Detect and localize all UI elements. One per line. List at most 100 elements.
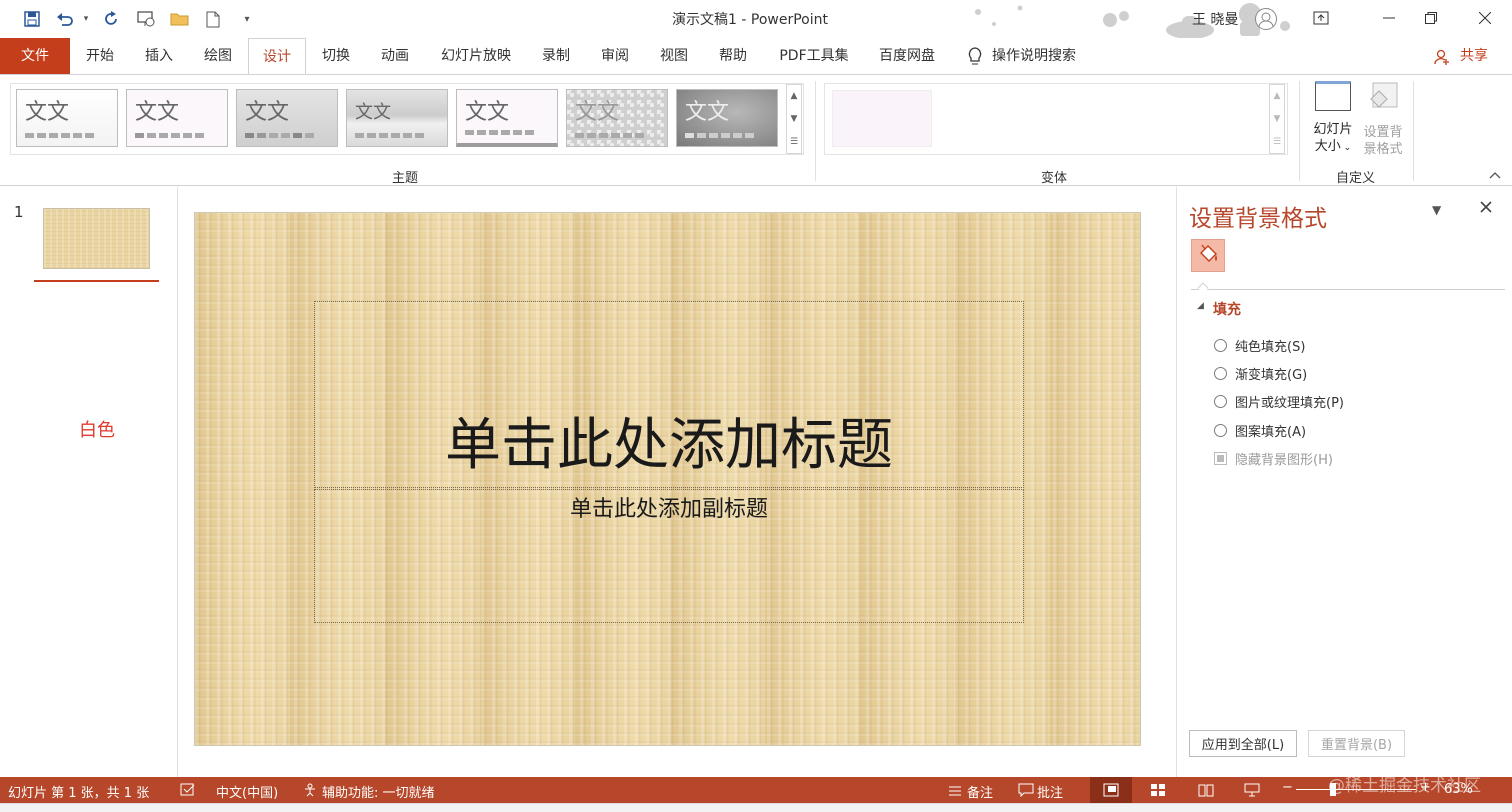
reset-background-button[interactable]: 重置背景(B): [1308, 730, 1405, 757]
panel-options-icon[interactable]: ▼: [1432, 203, 1441, 217]
new-file-icon[interactable]: [202, 8, 224, 30]
tab-slideshow[interactable]: 幻灯片放映: [432, 38, 520, 74]
save-icon[interactable]: [20, 8, 44, 30]
radio-solid[interactable]: [1214, 339, 1227, 352]
fill-category-button[interactable]: [1191, 239, 1225, 272]
format-background-button[interactable]: 设置背 景格式: [1360, 81, 1406, 161]
tab-view[interactable]: 视图: [652, 38, 696, 74]
customize-group-label: 自定义: [1336, 171, 1376, 186]
radio-picture-texture[interactable]: [1214, 395, 1227, 408]
paint-bucket-icon: [1200, 244, 1217, 262]
slide-canvas[interactable]: 单击此处添加标题 单击此处添加副标题: [194, 212, 1141, 746]
apply-to-all-button[interactable]: 应用到全部(L): [1189, 730, 1297, 757]
slide-counter: 幻灯片 第 1 张，共 1 张: [8, 786, 150, 801]
tab-design[interactable]: 设计: [248, 38, 306, 75]
close-window-icon[interactable]: [1462, 4, 1508, 32]
gallery-more-icon[interactable]: ☰: [790, 137, 798, 147]
radio-pattern[interactable]: [1214, 424, 1227, 437]
variant-1[interactable]: [832, 90, 932, 147]
tab-transitions[interactable]: 切换: [314, 38, 358, 74]
group-divider: [1413, 81, 1414, 181]
slide-thumbnail[interactable]: [43, 208, 150, 269]
undo-dropdown-icon[interactable]: ▾: [80, 8, 92, 30]
normal-view-icon: [1103, 783, 1119, 797]
tab-help[interactable]: 帮助: [711, 38, 755, 74]
tab-insert[interactable]: 插入: [137, 38, 181, 74]
comments-button[interactable]: 批注: [1037, 782, 1063, 801]
hide-bg-graphics-option[interactable]: 隐藏背景图形(H): [1214, 449, 1333, 468]
share-person-icon[interactable]: [1434, 49, 1450, 69]
tab-baidu-netdisk[interactable]: 百度网盘: [870, 38, 944, 74]
notes-button[interactable]: 备注: [967, 782, 993, 801]
group-divider: [815, 81, 816, 181]
ribbon-display-options-icon[interactable]: [1298, 4, 1344, 32]
theme-5[interactable]: 文文: [456, 89, 558, 147]
solid-fill-option[interactable]: 纯色填充(S): [1214, 336, 1305, 355]
picture-texture-fill-option[interactable]: 图片或纹理填充(P): [1214, 392, 1344, 411]
slide-sorter-icon[interactable]: [1150, 783, 1166, 801]
theme-7[interactable]: 文文: [676, 89, 778, 147]
scroll-down-icon[interactable]: ▼: [791, 114, 798, 124]
tab-record[interactable]: 录制: [534, 38, 578, 74]
gradient-fill-option[interactable]: 渐变填充(G): [1214, 364, 1307, 383]
accessibility-status[interactable]: 辅助功能: 一切就绪: [322, 782, 435, 801]
slideshow-icon[interactable]: [1244, 783, 1260, 801]
format-background-panel: 设置背景格式 ▼ ◢ 填充 纯色填充(S) 渐变填充(G) 图片或纹理填充(P)…: [1176, 187, 1512, 777]
variants-gallery-scroll[interactable]: ▲ ▼ ☰: [1269, 84, 1285, 154]
themes-gallery-scroll[interactable]: ▲ ▼ ☰: [786, 84, 802, 154]
radio-gradient[interactable]: [1214, 367, 1227, 380]
tab-review[interactable]: 审阅: [593, 38, 637, 74]
theme-6[interactable]: 文文: [566, 89, 668, 147]
tab-file[interactable]: 文件: [0, 38, 70, 74]
panel-close-icon[interactable]: [1480, 201, 1492, 217]
tab-pdf-tools[interactable]: PDF工具集: [770, 38, 858, 74]
design-ribbon: 文文 文文 文文 文文 文文 文文 文文 ▲ ▼ ☰ 主题 ▲ ▼ ☰ 变体 幻…: [0, 74, 1512, 186]
scroll-up-icon[interactable]: ▲: [791, 91, 798, 101]
spell-check-icon[interactable]: [180, 783, 196, 801]
share-button[interactable]: 共享: [1454, 38, 1494, 74]
slide-size-icon: [1315, 81, 1351, 111]
watermark: @稀土掘金技术社区: [1328, 776, 1481, 796]
present-from-start-icon[interactable]: [134, 8, 158, 30]
fill-section-header[interactable]: 填充: [1213, 299, 1241, 319]
section-collapse-icon[interactable]: ◢: [1197, 301, 1204, 311]
user-name[interactable]: 王 晓曼: [1192, 9, 1238, 29]
minimize-icon[interactable]: [1366, 4, 1412, 32]
undo-icon[interactable]: [54, 8, 76, 30]
theme-office[interactable]: 文文: [16, 89, 118, 147]
avatar[interactable]: [1255, 8, 1277, 30]
tab-home[interactable]: 开始: [78, 38, 122, 74]
hide-bg-checkbox[interactable]: [1214, 452, 1227, 465]
comments-icon[interactable]: [1018, 783, 1034, 801]
theme-2[interactable]: 文文: [126, 89, 228, 147]
open-folder-icon[interactable]: [168, 8, 192, 30]
slide-number: 1: [14, 203, 24, 221]
customize-toolbar-icon[interactable]: ▾: [240, 8, 254, 30]
pattern-fill-option[interactable]: 图案填充(A): [1214, 421, 1306, 440]
restore-icon[interactable]: [1408, 4, 1454, 32]
subtitle-placeholder[interactable]: 单击此处添加副标题: [314, 489, 1024, 623]
slide-size-button[interactable]: 幻灯片 大小 ⌄: [1310, 81, 1356, 161]
redo-icon[interactable]: [100, 8, 122, 30]
tell-me-search[interactable]: 操作说明搜索: [992, 38, 1092, 74]
variants-group-label: 变体: [1041, 171, 1068, 186]
theme-4[interactable]: 文文: [346, 89, 448, 147]
zoom-out-icon[interactable]: −: [1282, 780, 1293, 795]
accessibility-icon[interactable]: [302, 783, 318, 801]
annotation-label: 白色: [79, 420, 115, 441]
tab-animations[interactable]: 动画: [373, 38, 417, 74]
normal-view-button[interactable]: [1090, 777, 1132, 803]
slide-thumbnails-pane: 1 白色: [0, 187, 178, 777]
collapse-ribbon-icon[interactable]: [1489, 169, 1501, 182]
status-bar: 幻灯片 第 1 张，共 1 张 中文(中国) 辅助功能: 一切就绪 备注 批注 …: [0, 776, 1512, 803]
theme-3[interactable]: 文文: [236, 89, 338, 147]
slide-editor: 单击此处添加标题 单击此处添加副标题: [179, 187, 1175, 777]
language-indicator[interactable]: 中文(中国): [216, 782, 278, 801]
separator-pointer: [1197, 282, 1209, 294]
notes-icon[interactable]: [948, 784, 962, 800]
title-placeholder[interactable]: 单击此处添加标题: [314, 301, 1024, 488]
reading-view-icon[interactable]: [1198, 783, 1214, 801]
title-placeholder-text: 单击此处添加标题: [445, 413, 893, 478]
title-bar: ▾ ▾ 演示文稿1 - PowerPoint 王 晓曼: [0, 0, 1512, 38]
tab-draw[interactable]: 绘图: [196, 38, 240, 74]
